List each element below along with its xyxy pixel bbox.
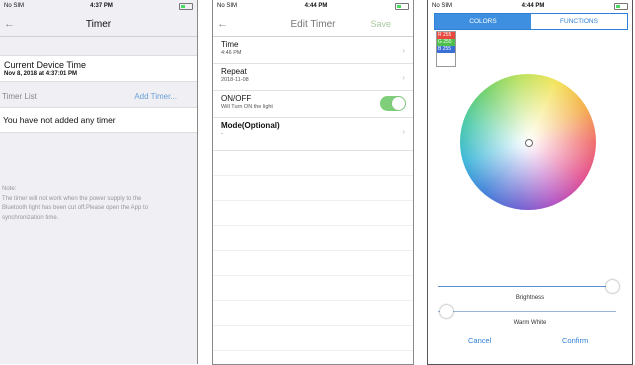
empty-row	[213, 326, 413, 351]
empty-row	[213, 251, 413, 276]
time-row[interactable]: Time 4:46 PM ›	[213, 37, 413, 64]
add-timer-button[interactable]: Add Timer...	[134, 92, 177, 101]
battery-icon	[613, 2, 628, 10]
brightness-label: Brightness	[515, 295, 545, 301]
status-bar: No SIM 4:44 PM	[428, 0, 632, 12]
color-preview-swatch	[437, 53, 455, 66]
carrier-label: No SIM	[217, 3, 238, 9]
current-device-time-cell: Current Device Time Nov 8, 2018 at 4:37:…	[0, 55, 197, 82]
mode-row[interactable]: Mode(Optional) - ›	[213, 118, 413, 151]
brightness-slider-thumb[interactable]	[606, 280, 619, 293]
device-time-value: Nov 8, 2018 at 4:37:01 PM	[4, 71, 78, 77]
note-line: The timer will not work when the power s…	[2, 195, 142, 202]
empty-row	[213, 301, 413, 326]
timer-list-label: Timer List	[2, 92, 37, 101]
color-screen: No SIM 4:44 PM COLORS FUNCTIONS R 255 G …	[427, 0, 633, 365]
row-value: Will Turn ON the light	[221, 104, 273, 110]
note-line: Note:	[2, 186, 17, 192]
row-value: -	[221, 131, 223, 137]
status-bar: No SIM 4:44 PM	[213, 0, 413, 12]
page-title: Timer	[85, 18, 112, 30]
empty-row	[213, 226, 413, 251]
chevron-right-icon: ›	[402, 127, 405, 136]
empty-timer-message: You have not added any timer	[0, 107, 197, 133]
edit-timer-screen: No SIM 4:44 PM ← Edit Timer Save Time 4:…	[212, 0, 414, 365]
back-arrow-icon[interactable]: ←	[217, 18, 228, 30]
mode-segmented-control: COLORS FUNCTIONS	[434, 13, 628, 30]
note-line: synchronization time.	[2, 214, 59, 221]
timer-screen: No SIM 4:37 PM ← Timer Current Device Ti…	[0, 0, 198, 364]
empty-row	[213, 276, 413, 301]
tab-functions[interactable]: FUNCTIONS	[531, 14, 627, 29]
warm-white-slider-thumb[interactable]	[440, 305, 453, 318]
confirm-button[interactable]: Confirm	[562, 336, 588, 345]
brightness-slider-track[interactable]	[438, 286, 616, 287]
status-bar: No SIM 4:37 PM	[0, 0, 197, 12]
warm-white-slider-track[interactable]	[438, 311, 616, 312]
cancel-button[interactable]: Cancel	[468, 336, 491, 345]
row-label: ON/OFF	[221, 94, 252, 103]
row-label: Mode(Optional)	[221, 121, 280, 130]
clock: 4:44 PM	[521, 3, 545, 9]
timer-list-header: Timer List Add Timer...	[0, 82, 197, 107]
blue-value: B 255	[437, 46, 455, 53]
empty-row	[213, 176, 413, 201]
green-value: G 255	[437, 39, 455, 46]
nav-bar: ← Timer	[0, 12, 197, 37]
row-label: Time	[221, 40, 239, 49]
rgb-readout: R 255 G 255 B 255	[436, 31, 456, 67]
note-text: Note: The timer will not work when the p…	[0, 185, 194, 223]
row-value: 4:46 PM	[221, 50, 242, 56]
back-arrow-icon[interactable]: ←	[4, 18, 15, 30]
red-value: R 255	[437, 32, 455, 39]
repeat-row[interactable]: Repeat 2018-11-08 ›	[213, 64, 413, 91]
page-title: Edit Timer	[290, 18, 336, 30]
nav-bar: ← Edit Timer Save	[213, 12, 413, 37]
chevron-right-icon: ›	[402, 46, 405, 55]
on-off-toggle[interactable]	[380, 96, 406, 111]
chevron-right-icon: ›	[402, 73, 405, 82]
note-line: Bluetooth light has been cut off.Please …	[2, 205, 149, 211]
battery-icon	[394, 2, 409, 10]
warm-white-label: Warm White	[513, 320, 547, 326]
clock: 4:44 PM	[304, 3, 328, 9]
device-time-label: Current Device Time	[4, 60, 87, 70]
empty-row	[213, 151, 413, 176]
tab-colors[interactable]: COLORS	[435, 14, 531, 29]
on-off-row: ON/OFF Will Turn ON the light	[213, 91, 413, 118]
empty-row	[213, 201, 413, 226]
empty-row	[213, 351, 413, 364]
clock: 4:37 PM	[90, 3, 113, 9]
save-button[interactable]: Save	[370, 19, 391, 29]
battery-icon	[178, 2, 193, 10]
row-label: Repeat	[221, 67, 247, 76]
color-picker-knob[interactable]	[525, 139, 533, 147]
row-value: 2018-11-08	[221, 77, 249, 83]
carrier-label: No SIM	[432, 3, 453, 9]
carrier-label: No SIM	[4, 3, 25, 9]
